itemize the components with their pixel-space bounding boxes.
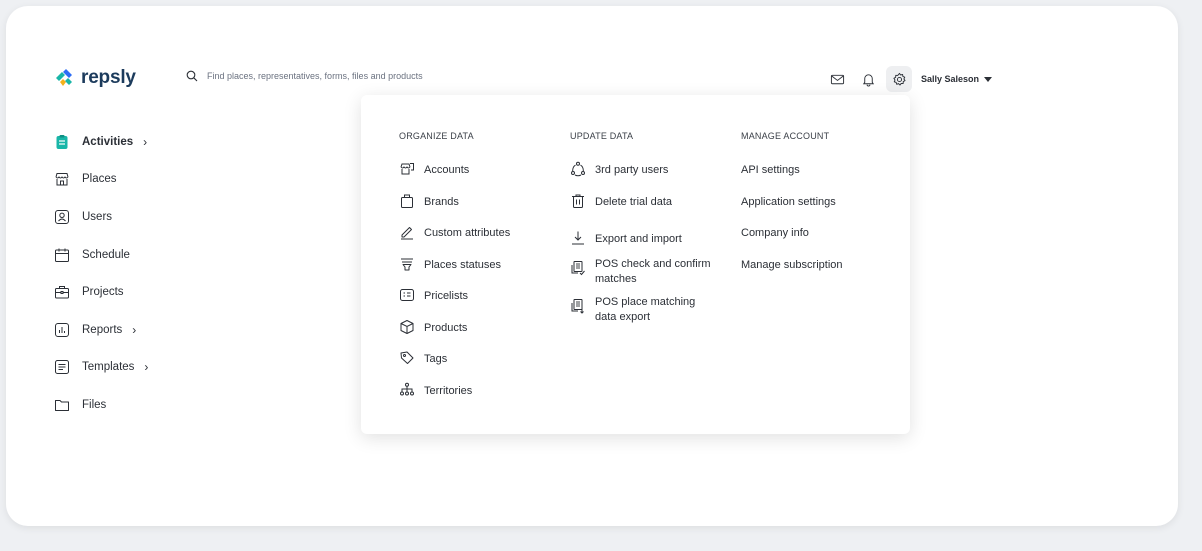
- header-actions: Sally Saleson: [824, 66, 993, 92]
- sidebar-item-places[interactable]: Places: [54, 161, 148, 199]
- menu-item-label: Tags: [424, 353, 448, 365]
- menu-item-export-and-import[interactable]: Export and import: [570, 231, 715, 257]
- menu-item-label: Export and import: [595, 232, 682, 245]
- download-icon: [572, 231, 584, 244]
- menu-item-accounts[interactable]: Accounts: [399, 163, 510, 195]
- menu-item-label: POS check and confirm matches: [595, 257, 711, 285]
- sidebar-item-reports[interactable]: Reports ›: [54, 311, 148, 349]
- store-icon: [55, 173, 69, 186]
- bell-icon: [862, 73, 874, 86]
- column-heading: MANAGE ACCOUNT: [741, 131, 830, 141]
- tag-icon: [400, 351, 414, 364]
- sidebar-label: Schedule: [82, 248, 130, 261]
- menu-item-label: Brands: [424, 195, 459, 208]
- repsly-logo[interactable]: repsly: [52, 66, 136, 90]
- menu-item-label: POS place matching data export: [595, 295, 696, 323]
- menu-item-label: API settings: [741, 164, 800, 176]
- column-heading: UPDATE DATA: [570, 131, 634, 141]
- menu-item-label: Places statuses: [424, 258, 502, 271]
- calendar-icon: [55, 248, 69, 262]
- menu-item-label: Company info: [741, 227, 809, 239]
- menu-item-company-info[interactable]: Company info: [741, 226, 843, 258]
- organize-data-column: ORGANIZE DATA Accounts Brands Custom att…: [399, 131, 510, 415]
- activities-icon: [56, 134, 68, 149]
- users-cycle-icon: [571, 161, 585, 177]
- sidebar-item-schedule[interactable]: Schedule: [54, 236, 148, 274]
- search-bar[interactable]: [186, 70, 467, 82]
- sidebar-label: Files: [82, 398, 107, 411]
- sidebar-label: Places: [82, 173, 117, 186]
- hierarchy-icon: [400, 382, 414, 395]
- gear-icon: [892, 72, 905, 85]
- menu-item-label: Custom attributes: [424, 227, 511, 239]
- bag-icon: [401, 194, 413, 208]
- accounts-icon: [400, 163, 414, 175]
- menu-item-label: Pricelists: [424, 290, 469, 302]
- menu-item-application-settings[interactable]: Application settings: [741, 195, 843, 227]
- sidebar: Activities › Places Users Schedule Proje…: [54, 123, 148, 424]
- sidebar-label: Projects: [82, 286, 124, 299]
- user-icon: [55, 209, 69, 224]
- menu-item-places-statuses[interactable]: Places statuses: [399, 258, 510, 290]
- template-icon: [55, 360, 69, 375]
- sidebar-label: Templates: [82, 361, 135, 374]
- menu-item-custom-attributes[interactable]: Custom attributes: [399, 226, 510, 258]
- user-menu[interactable]: Sally Saleson: [921, 74, 979, 84]
- folder-icon: [55, 399, 69, 411]
- box-icon: [400, 319, 414, 334]
- briefcase-icon: [55, 286, 69, 299]
- update-data-column: UPDATE DATA 3rd party users Delete trial…: [570, 131, 715, 333]
- sidebar-label: Reports: [82, 323, 123, 336]
- chevron-right-icon: ›: [143, 134, 148, 149]
- sidebar-label: Activities: [82, 135, 134, 148]
- chevron-right-icon: ›: [132, 322, 137, 337]
- sidebar-item-files[interactable]: Files: [54, 386, 148, 424]
- menu-item-products[interactable]: Products: [399, 319, 510, 353]
- column-heading: ORGANIZE DATA: [399, 131, 474, 141]
- pos-export-icon: [571, 298, 584, 314]
- trash-icon: [572, 194, 584, 208]
- caret-down-icon[interactable]: [984, 76, 993, 82]
- sidebar-item-users[interactable]: Users: [54, 198, 148, 236]
- pencil-icon: [401, 227, 413, 240]
- menu-item-label: Delete trial data: [595, 195, 673, 208]
- menu-item-label: Territories: [424, 384, 473, 397]
- search-icon: [186, 70, 198, 82]
- settings-button[interactable]: [886, 66, 912, 92]
- pricelist-icon: [400, 289, 414, 301]
- sidebar-item-projects[interactable]: Projects: [54, 273, 148, 311]
- menu-item-3rd-party-users[interactable]: 3rd party users: [570, 161, 715, 195]
- menu-item-label: Manage subscription: [741, 258, 843, 271]
- menu-item-brands[interactable]: Brands: [399, 194, 510, 227]
- notifications-button[interactable]: [855, 66, 881, 92]
- menu-item-pricelists[interactable]: Pricelists: [399, 289, 510, 321]
- chart-icon: [55, 322, 69, 337]
- menu-item-label: Products: [424, 321, 468, 334]
- menu-item-label: Application settings: [741, 195, 836, 208]
- sidebar-label: Users: [82, 210, 113, 223]
- filter-icon: [401, 258, 413, 270]
- mail-icon: [830, 74, 844, 84]
- menu-item-label: 3rd party users: [595, 164, 669, 176]
- menu-item-pos-place-matching-data-export[interactable]: POS place matching data export: [570, 295, 715, 333]
- chevron-right-icon: ›: [144, 360, 149, 375]
- manage-account-column: MANAGE ACCOUNT API settings Application …: [741, 131, 843, 289]
- mail-button[interactable]: [824, 66, 850, 92]
- menu-item-territories[interactable]: Territories: [399, 382, 510, 416]
- menu-item-api-settings[interactable]: API settings: [741, 163, 843, 195]
- app-window: repsly Sally Saleson: [6, 6, 1178, 526]
- menu-item-pos-check-and-confirm-matches[interactable]: POS check and confirm matches: [570, 257, 715, 295]
- menu-item-delete-trial-data[interactable]: Delete trial data: [570, 194, 715, 232]
- pos-check-icon: [571, 260, 585, 275]
- repsly-logo-icon: [56, 69, 72, 86]
- sidebar-item-templates[interactable]: Templates ›: [54, 349, 148, 387]
- menu-item-manage-subscription[interactable]: Manage subscription: [741, 258, 843, 290]
- sidebar-item-activities[interactable]: Activities ›: [54, 123, 148, 161]
- search-input[interactable]: [207, 71, 467, 81]
- menu-item-label: Accounts: [424, 164, 470, 176]
- settings-dropdown: ORGANIZE DATA Accounts Brands Custom att…: [361, 95, 910, 434]
- logo-text: repsly: [81, 67, 136, 88]
- menu-item-tags[interactable]: Tags: [399, 351, 510, 384]
